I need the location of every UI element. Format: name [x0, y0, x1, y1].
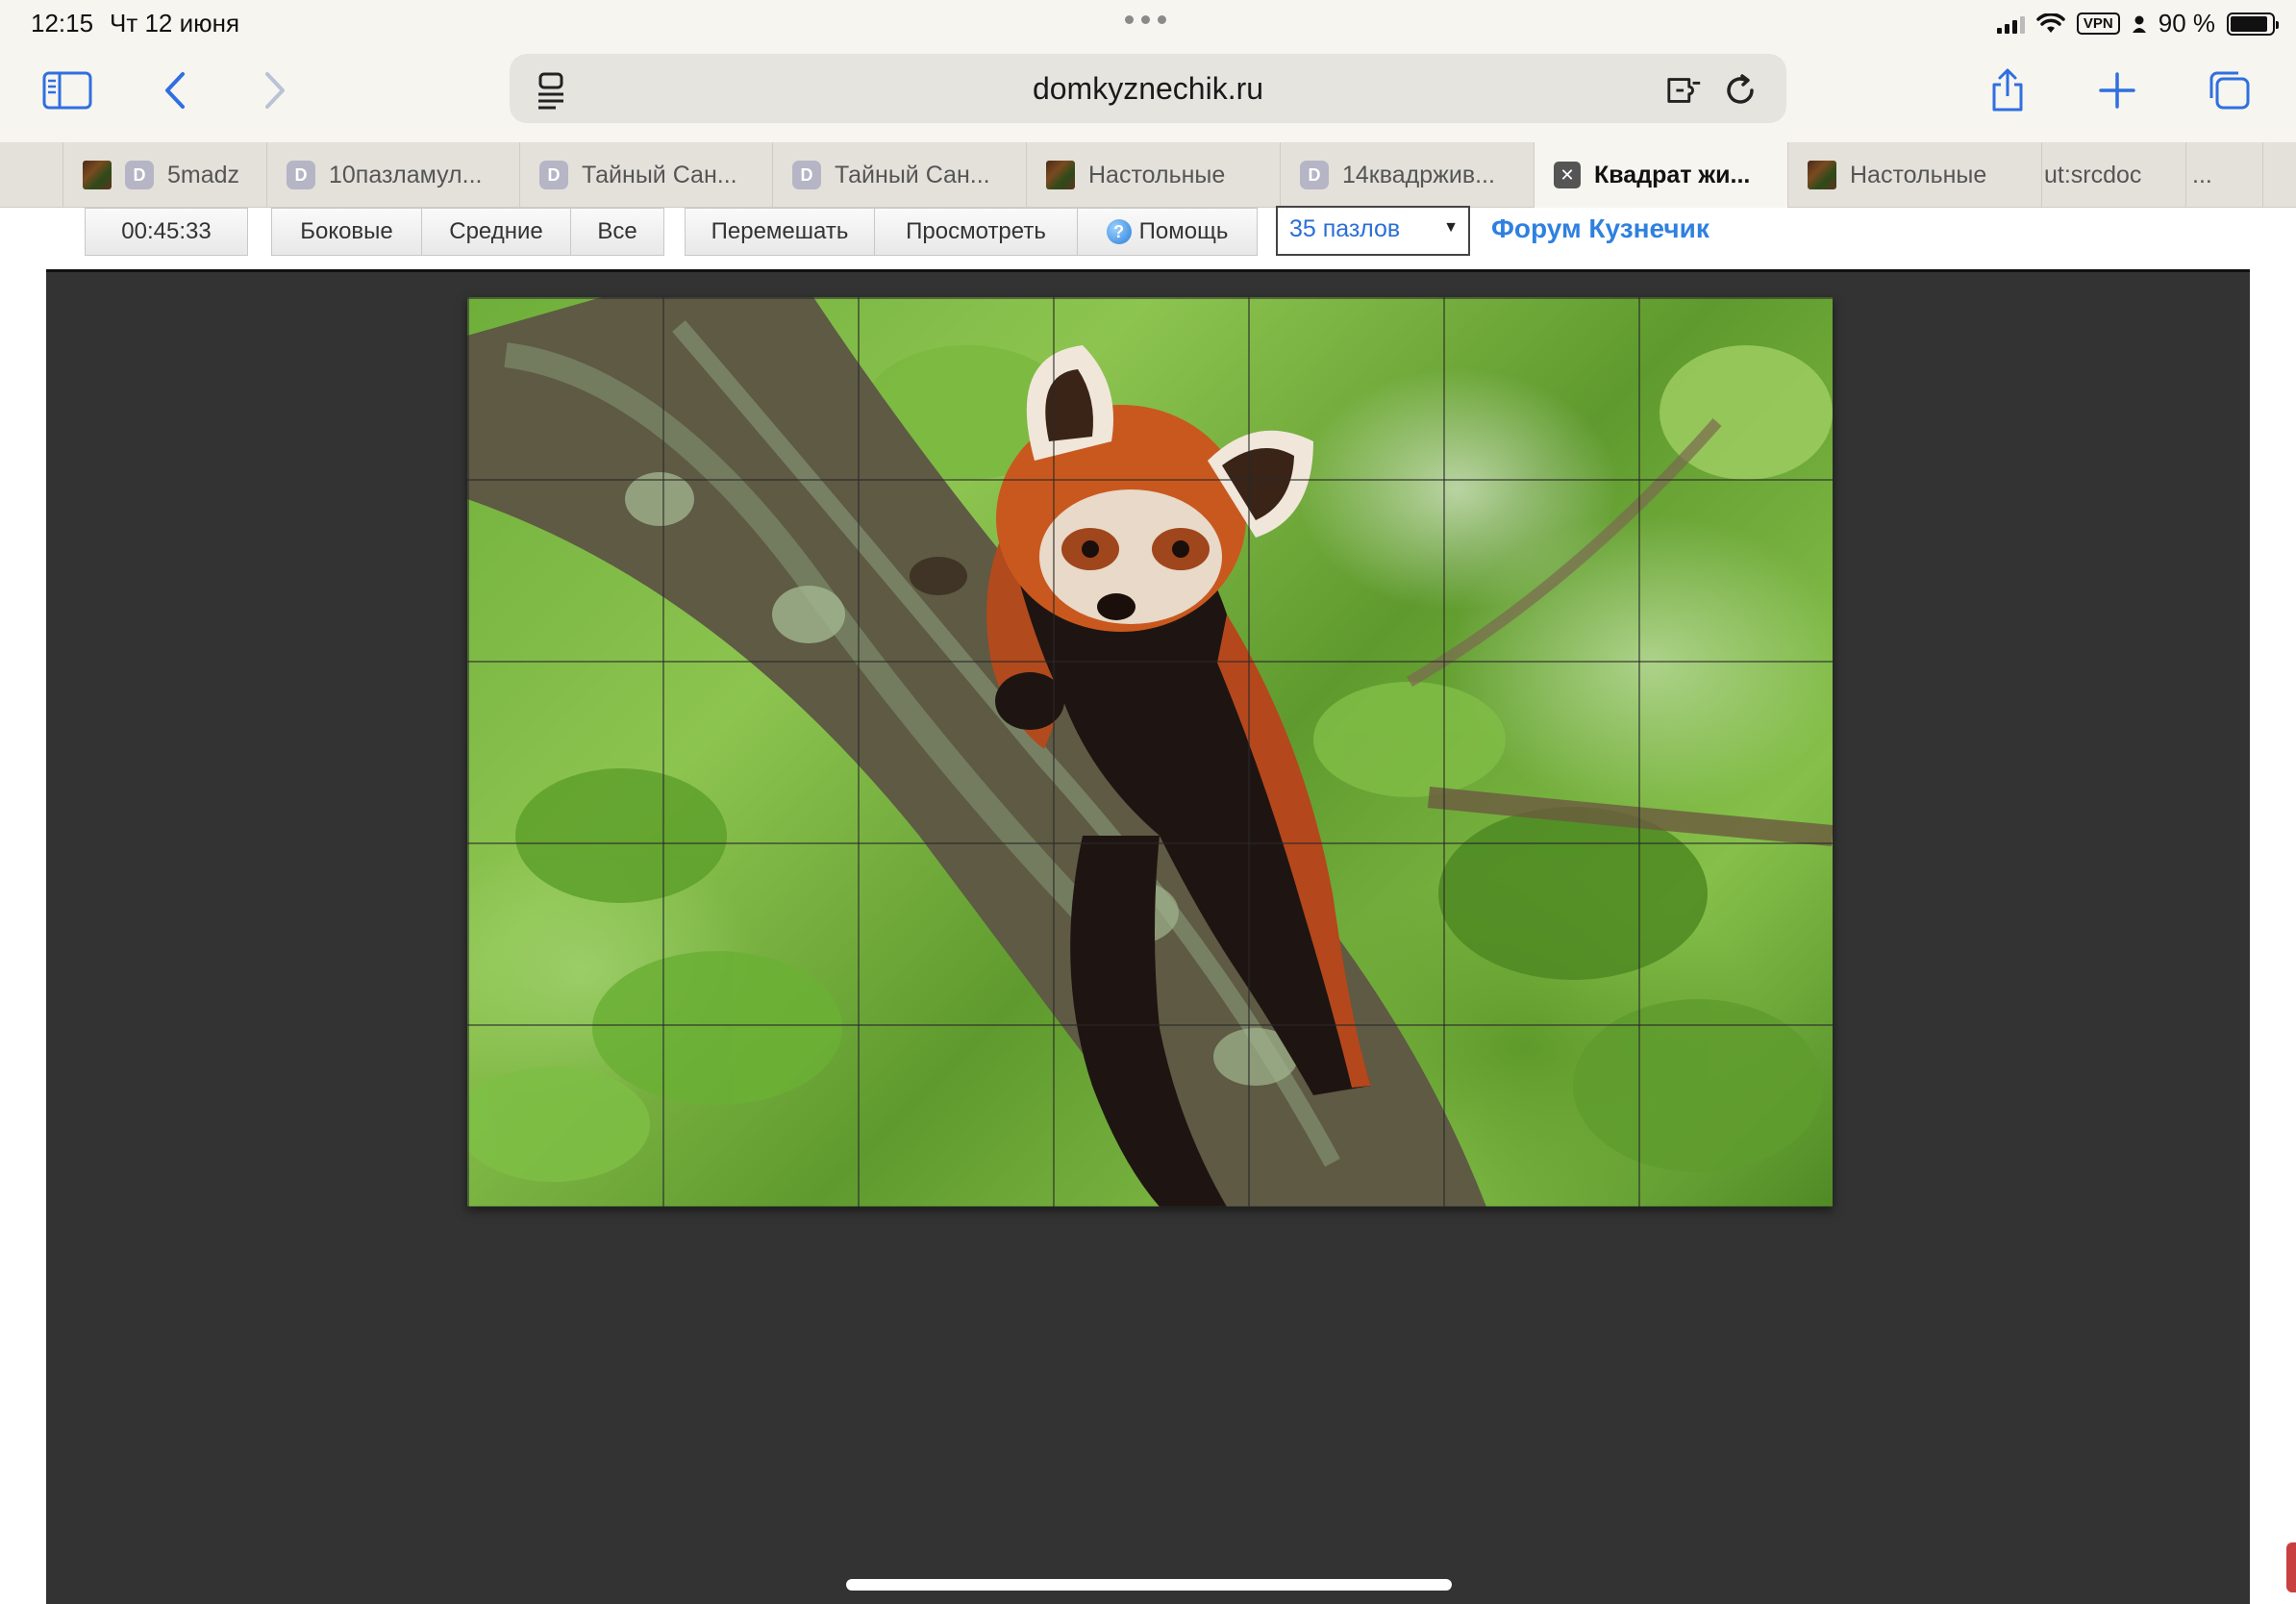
middle-button[interactable]: Средние [421, 208, 571, 256]
tab-label: 5madz [167, 161, 240, 188]
new-tab-icon [2099, 72, 2135, 109]
forum-link[interactable]: Форум Кузнечик [1491, 213, 1710, 244]
back-button[interactable] [144, 60, 206, 121]
tab-5madz[interactable]: D 5madz [63, 142, 267, 208]
cellular-signal-icon [1996, 14, 2025, 34]
tab-favicon-image [1046, 161, 1075, 189]
tab-favicon-image [1808, 161, 1836, 189]
tab-label: Настольные [1850, 161, 1987, 188]
edges-button[interactable]: Боковые [271, 208, 422, 256]
status-date: Чт 12 июня [110, 9, 240, 38]
tab-bar: D 5madz D 10пазламул... D Тайный Сан... … [0, 142, 2296, 208]
tab-more[interactable]: ... [2186, 142, 2263, 208]
back-icon [165, 72, 185, 109]
shuffle-button[interactable]: Перемешать [685, 208, 875, 256]
puzzle-controls: 00:45:33 Боковые Средние Все Перемешать … [0, 206, 2296, 269]
side-widget-tab[interactable] [2286, 1542, 2296, 1592]
vpn-badge: VPN [2076, 13, 2120, 35]
web-page: 00:45:33 Боковые Средние Все Перемешать … [0, 206, 2296, 1604]
home-indicator[interactable] [846, 1579, 1452, 1591]
tabs-overview-button[interactable] [2198, 60, 2259, 121]
puzzle-image-assembled[interactable] [467, 297, 1833, 1207]
status-indicators: VPN 90 % [1996, 9, 2279, 38]
status-time: 12:15 [31, 9, 94, 38]
tab-label: 14квадржив... [1342, 161, 1495, 188]
tab-label: ... [2192, 161, 2212, 188]
sidebar-button[interactable] [37, 60, 98, 121]
battery-icon [2227, 12, 2279, 36]
tab-nastolnye-2[interactable]: Настольные [1788, 142, 2042, 208]
wifi-icon [2036, 13, 2065, 33]
tab-label: ut:srcdoc [2044, 161, 2142, 188]
pieces-count-value: 35 пазлов [1289, 215, 1401, 242]
tab-nastolnye-1[interactable]: Настольные [1027, 142, 1281, 208]
new-tab-button[interactable] [2086, 60, 2148, 121]
tab-label: Настольные [1088, 161, 1226, 188]
tab-favicon-d: D [287, 161, 315, 189]
tab-tainyi-san-2[interactable]: D Тайный Сан... [773, 142, 1027, 208]
tab-strip-edge [0, 142, 63, 208]
browser-toolbar: domkyznechik.ru [0, 46, 2296, 142]
pieces-count-select[interactable]: 35 пазлов ▼ [1276, 206, 1470, 256]
share-button[interactable] [1977, 60, 2038, 121]
puzzle-board [46, 269, 2250, 1604]
battery-percent: 90 % [2158, 9, 2215, 38]
tab-favicon-d: D [1300, 161, 1329, 189]
tab-label: Квадрат жи... [1594, 161, 1751, 188]
tab-favicon-d: D [792, 161, 821, 189]
help-label: Помощь [1138, 218, 1229, 244]
tab-label: Тайный Сан... [835, 161, 990, 188]
multitasking-dots-icon[interactable] [1125, 15, 1166, 24]
tab-label: Тайный Сан... [582, 161, 737, 188]
all-button[interactable]: Все [570, 208, 664, 256]
help-icon: ? [1106, 219, 1132, 244]
tab-14kvadrzhiv[interactable]: D 14квадржив... [1281, 142, 1535, 208]
reload-icon[interactable] [1721, 71, 1759, 110]
status-bar: 12:15 Чт 12 июня VPN 90 % [0, 0, 2296, 46]
tab-kvadrat-zhi[interactable]: ✕ Квадрат жи... [1535, 142, 1788, 208]
tab-srcdoc[interactable]: ut:srcdoc [2042, 142, 2186, 208]
tab-favicon-image [83, 161, 112, 189]
forward-button[interactable] [244, 60, 306, 121]
person-icon [2132, 15, 2146, 33]
url-text[interactable]: domkyznechik.ru [510, 71, 1786, 107]
tab-close-icon[interactable]: ✕ [1554, 162, 1581, 188]
tab-tainyi-san-1[interactable]: D Тайный Сан... [520, 142, 773, 208]
puzzle-grid [467, 297, 1833, 1207]
tab-label: 10пазламул... [329, 161, 483, 188]
tabs-overview-icon [2209, 71, 2250, 110]
tab-favicon-d: D [539, 161, 568, 189]
tab-favicon-d: D [125, 161, 154, 189]
preview-button[interactable]: Просмотреть [874, 208, 1078, 256]
share-icon [1992, 68, 2023, 112]
tab-10pazlamul[interactable]: D 10пазламул... [267, 142, 520, 208]
address-bar[interactable]: domkyznechik.ru [510, 54, 1786, 123]
dropdown-arrow-icon: ▼ [1443, 219, 1459, 236]
timer-display: 00:45:33 [85, 208, 248, 256]
forward-icon [265, 72, 285, 109]
sidebar-icon [42, 71, 92, 110]
help-button[interactable]: ? Помощь [1077, 208, 1258, 256]
extensions-icon[interactable] [1665, 71, 1704, 110]
